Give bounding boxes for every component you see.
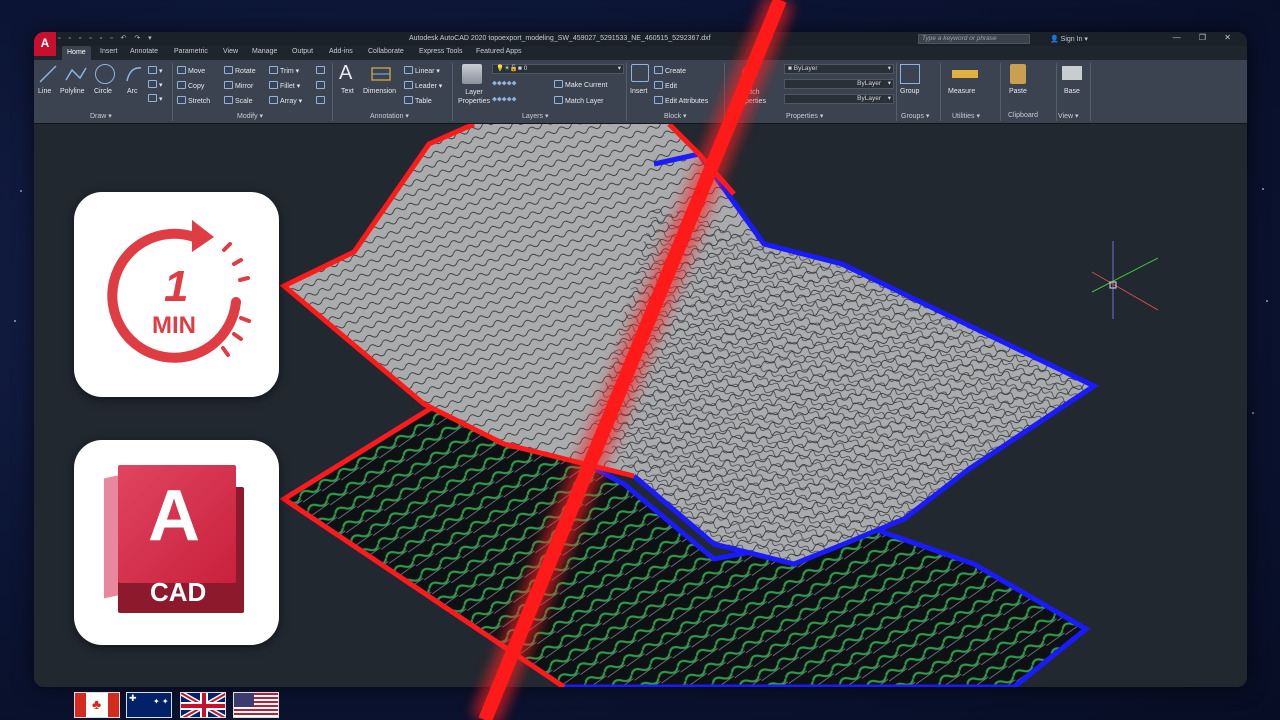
autocad-app-menu-button[interactable]: A bbox=[34, 32, 56, 56]
maple-leaf-icon: ♣ bbox=[92, 696, 102, 712]
timer-unit: MIN bbox=[152, 312, 196, 339]
australia-flag: ✚ ✦ ✦ bbox=[126, 692, 172, 718]
union-jack-icon bbox=[181, 693, 225, 717]
logo-letter: A bbox=[148, 476, 200, 556]
stars-canton bbox=[234, 693, 254, 707]
timer-number: 1 bbox=[164, 262, 189, 311]
union-jack-icon: ✚ bbox=[129, 693, 137, 703]
autocad-card: A CAD bbox=[74, 440, 279, 645]
usa-flag bbox=[233, 692, 279, 718]
canada-flag: ♣ bbox=[74, 692, 120, 718]
uk-flag bbox=[180, 692, 226, 718]
one-minute-card: 1 MIN bbox=[74, 192, 279, 397]
autocad-logo: A CAD bbox=[104, 465, 244, 613]
logo-label: CAD bbox=[150, 577, 207, 607]
southern-cross-icon: ✦ ✦ bbox=[153, 697, 169, 706]
